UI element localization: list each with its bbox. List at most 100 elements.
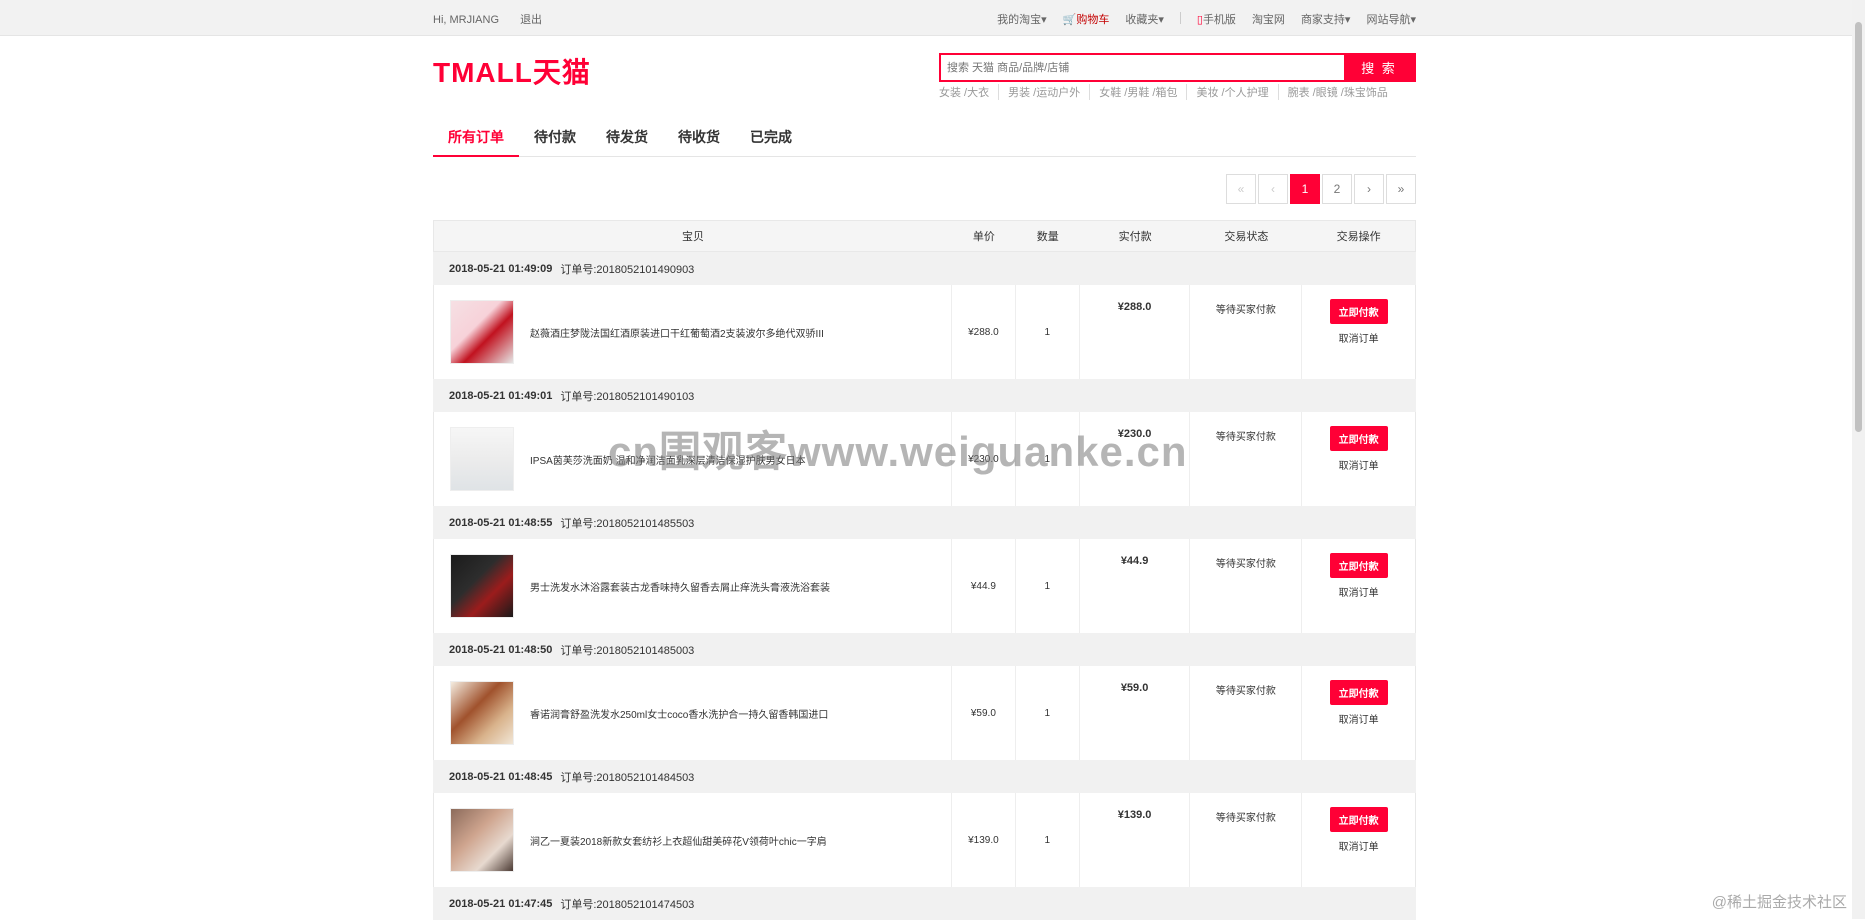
- product-image[interactable]: [450, 300, 514, 364]
- product-title[interactable]: 男士洗发水沐浴露套装古龙香味持久留香去屑止痒洗头膏液洗浴套装: [530, 579, 830, 594]
- top-bar: Hi, MRJIANG 退出 我的淘宝▾ 🛒购物车 收藏夹▾ ▯手机版 淘宝网 …: [0, 0, 1852, 36]
- order-time: 2018-05-21 01:48:55: [449, 516, 553, 529]
- unit-price: ¥59.0: [952, 666, 1016, 760]
- scrollbar-thumb[interactable]: [1855, 22, 1862, 432]
- hotword-link[interactable]: 女装 /大衣: [939, 84, 998, 100]
- cancel-order-link[interactable]: 取消订单: [1302, 838, 1415, 853]
- header-actions: 交易操作: [1336, 231, 1381, 243]
- order-status: 等待买家付款: [1190, 793, 1303, 887]
- cancel-order-link[interactable]: 取消订单: [1302, 330, 1415, 345]
- taobao-link[interactable]: 淘宝网: [1252, 11, 1285, 27]
- paid-amount: ¥288.0: [1080, 285, 1191, 379]
- pay-now-button[interactable]: 立即付款: [1329, 680, 1388, 705]
- watermark: cn围观客www.weiguanke.cn: [608, 428, 1188, 475]
- next-page-button[interactable]: ›: [1354, 174, 1384, 204]
- pay-now-button[interactable]: 立即付款: [1329, 807, 1388, 832]
- product-image[interactable]: [450, 808, 514, 872]
- order-number: 订单号:2018052101490903: [560, 263, 695, 276]
- page-2-button[interactable]: 2: [1322, 174, 1352, 204]
- favorites-link[interactable]: 收藏夹▾: [1125, 11, 1164, 27]
- order-header: 2018-05-21 01:49:01 订单号:2018052101490103: [433, 379, 1416, 412]
- site-nav-link[interactable]: 网站导航▾: [1366, 11, 1416, 27]
- order-number: 订单号:2018052101485003: [560, 644, 695, 657]
- pagination: « ‹ 1 2 › »: [1224, 174, 1416, 204]
- search-bar: 搜 索: [939, 53, 1416, 82]
- order-number: 订单号:2018052101484503: [560, 771, 695, 784]
- unit-price: ¥139.0: [952, 793, 1016, 887]
- header-quantity: 数量: [1036, 231, 1059, 243]
- paid-amount: ¥44.9: [1080, 539, 1191, 633]
- header-price: 单价: [972, 231, 995, 243]
- order-header: 2018-05-21 01:49:09 订单号:2018052101490903: [433, 252, 1416, 285]
- page-scrollbar[interactable]: [1852, 0, 1865, 919]
- paid-amount: ¥139.0: [1080, 793, 1191, 887]
- order-number: 订单号:2018052101490103: [560, 390, 695, 403]
- header-status: 交易状态: [1224, 231, 1269, 243]
- product-title[interactable]: 赵薇酒庄梦陇法国红酒原装进口干红葡萄酒2支装波尔多绝代双骄III: [530, 325, 824, 340]
- header-paid: 实付款: [1118, 231, 1152, 243]
- product-title[interactable]: 睿诺润膏舒盈洗发水250ml女士coco香水洗护合一持久留香韩国进口: [530, 706, 828, 721]
- tab-pending-receipt[interactable]: 待收货: [663, 127, 735, 157]
- order-row: 涧乙一夏装2018新款女套纺衫上衣超仙甜美碎花V领荷叶chic一字肩 ¥139.…: [433, 793, 1416, 887]
- order-time: 2018-05-21 01:49:01: [449, 389, 553, 402]
- product-image[interactable]: [450, 681, 514, 745]
- order-time: 2018-05-21 01:48:45: [449, 770, 553, 783]
- logout-link[interactable]: 退出: [520, 14, 542, 26]
- mobile-link[interactable]: ▯手机版: [1197, 11, 1236, 27]
- orders-table: 宝贝 单价 数量 实付款 交易状态 交易操作 2018-05-21 01:49:…: [433, 220, 1416, 920]
- pay-now-button[interactable]: 立即付款: [1329, 553, 1388, 578]
- hot-keywords: 女装 /大衣 男装 /运动户外 女鞋 /男鞋 /箱包 美妆 /个人护理 腕表 /…: [939, 84, 1397, 100]
- cart-icon: 🛒: [1062, 14, 1077, 26]
- tab-completed[interactable]: 已完成: [735, 127, 807, 157]
- hotword-link[interactable]: 男装 /运动户外: [998, 84, 1089, 100]
- pay-now-button[interactable]: 立即付款: [1329, 299, 1388, 324]
- order-row: 睿诺润膏舒盈洗发水250ml女士coco香水洗护合一持久留香韩国进口 ¥59.0…: [433, 666, 1416, 760]
- hotword-link[interactable]: 女鞋 /男鞋 /箱包: [1089, 84, 1186, 100]
- order-header: 2018-05-21 01:47:45 订单号:2018052101474503: [433, 887, 1416, 920]
- seller-support-link[interactable]: 商家支持▾: [1301, 11, 1351, 27]
- tab-pending-payment[interactable]: 待付款: [519, 127, 591, 157]
- tmall-logo[interactable]: TMALL天猫: [433, 51, 591, 91]
- cancel-order-link[interactable]: 取消订单: [1302, 711, 1415, 726]
- table-header: 宝贝 单价 数量 实付款 交易状态 交易操作: [433, 220, 1416, 252]
- last-page-button[interactable]: »: [1386, 174, 1416, 204]
- order-time: 2018-05-21 01:47:45: [449, 897, 553, 910]
- pay-now-button[interactable]: 立即付款: [1329, 426, 1388, 451]
- product-title[interactable]: 涧乙一夏装2018新款女套纺衫上衣超仙甜美碎花V领荷叶chic一字肩: [530, 833, 827, 848]
- quantity: 1: [1016, 285, 1080, 379]
- prev-page-button[interactable]: ‹: [1258, 174, 1288, 204]
- unit-price: ¥44.9: [952, 539, 1016, 633]
- hotword-link[interactable]: 美妆 /个人护理: [1186, 84, 1277, 100]
- first-page-button[interactable]: «: [1226, 174, 1256, 204]
- cancel-order-link[interactable]: 取消订单: [1302, 457, 1415, 472]
- order-row: 赵薇酒庄梦陇法国红酒原装进口干红葡萄酒2支装波尔多绝代双骄III ¥288.0 …: [433, 285, 1416, 379]
- cancel-order-link[interactable]: 取消订单: [1302, 584, 1415, 599]
- order-header: 2018-05-21 01:48:45 订单号:2018052101484503: [433, 760, 1416, 793]
- page-1-button[interactable]: 1: [1290, 174, 1320, 204]
- order-status: 等待买家付款: [1190, 412, 1303, 506]
- hotword-link[interactable]: 腕表 /眼镜 /珠宝饰品: [1277, 84, 1397, 100]
- order-status: 等待买家付款: [1190, 285, 1303, 379]
- quantity: 1: [1016, 793, 1080, 887]
- greeting: Hi, MRJIANG: [433, 14, 499, 26]
- order-number: 订单号:2018052101474503: [560, 898, 695, 911]
- quantity: 1: [1016, 666, 1080, 760]
- cart-link[interactable]: 🛒购物车: [1063, 11, 1110, 27]
- tab-pending-shipment[interactable]: 待发货: [591, 127, 663, 157]
- unit-price: ¥288.0: [952, 285, 1016, 379]
- order-tabs: 所有订单 待付款 待发货 待收货 已完成: [433, 127, 1416, 157]
- search-input[interactable]: [941, 55, 1344, 80]
- corner-mark: @稀土掘金技术社区: [1711, 894, 1847, 911]
- order-status: 等待买家付款: [1190, 539, 1303, 633]
- product-image[interactable]: [450, 427, 514, 491]
- search-button[interactable]: 搜 索: [1344, 55, 1414, 80]
- order-time: 2018-05-21 01:48:50: [449, 643, 553, 656]
- my-taobao-link[interactable]: 我的淘宝▾: [997, 11, 1047, 27]
- divider: [1179, 12, 1181, 24]
- order-row: 男士洗发水沐浴露套装古龙香味持久留香去屑止痒洗头膏液洗浴套装 ¥44.9 1 ¥…: [433, 539, 1416, 633]
- paid-amount: ¥59.0: [1080, 666, 1191, 760]
- product-image[interactable]: [450, 554, 514, 618]
- order-header: 2018-05-21 01:48:55 订单号:2018052101485503: [433, 506, 1416, 539]
- order-time: 2018-05-21 01:49:09: [449, 262, 553, 275]
- tab-all-orders[interactable]: 所有订单: [433, 127, 519, 157]
